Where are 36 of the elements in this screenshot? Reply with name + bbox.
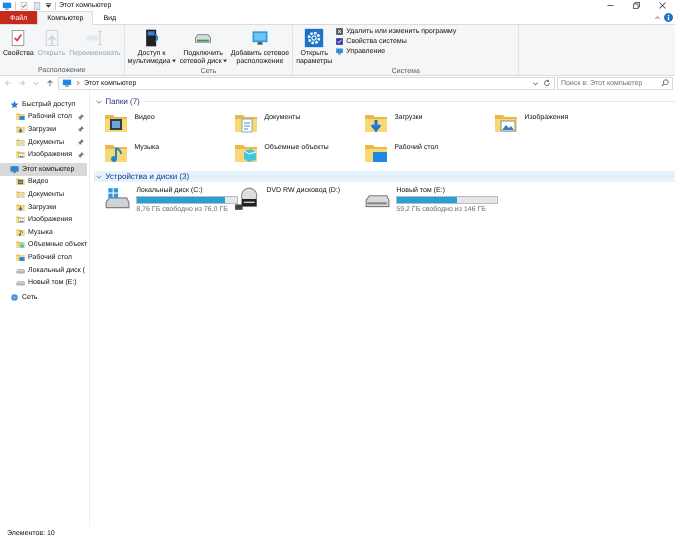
pin-icon <box>78 152 84 158</box>
close-icon <box>658 1 666 10</box>
refresh-icon <box>543 79 551 87</box>
section-header[interactable]: Папки (7) <box>94 96 675 107</box>
pin-icon <box>78 139 84 146</box>
chevron-icon <box>75 80 81 86</box>
computer-icon <box>10 164 19 174</box>
caret-icon <box>32 79 40 87</box>
caret-icon <box>222 59 227 63</box>
system-properties-icon <box>335 37 344 46</box>
chevron-icon <box>96 98 102 104</box>
restore-icon <box>632 1 640 10</box>
back-icon <box>4 79 12 87</box>
hard-drive-icon <box>16 278 25 288</box>
caret-icon <box>172 59 176 63</box>
settings-icon <box>304 28 324 48</box>
help-icon <box>664 13 673 22</box>
dvd-drive-icon <box>234 186 260 212</box>
pin-icon <box>78 126 84 132</box>
chevron-up-icon <box>654 14 661 21</box>
forward-icon <box>18 79 26 87</box>
chevron-icon <box>96 174 102 180</box>
search-icon <box>661 79 669 87</box>
help-button[interactable] <box>664 13 673 22</box>
collapse-ribbon-button[interactable] <box>654 14 661 21</box>
up-arrow-icon <box>46 79 54 87</box>
caret-icon <box>45 2 52 9</box>
checklist-icon <box>19 0 29 10</box>
star-icon <box>10 100 19 109</box>
dropdown-icon <box>532 80 539 86</box>
section-header[interactable]: Устройства и диски (3) <box>94 171 675 182</box>
computer-icon <box>2 0 12 10</box>
computer-icon <box>62 78 72 88</box>
network-icon <box>10 292 19 302</box>
pin-icon <box>78 114 84 120</box>
computer-icon <box>335 47 344 56</box>
